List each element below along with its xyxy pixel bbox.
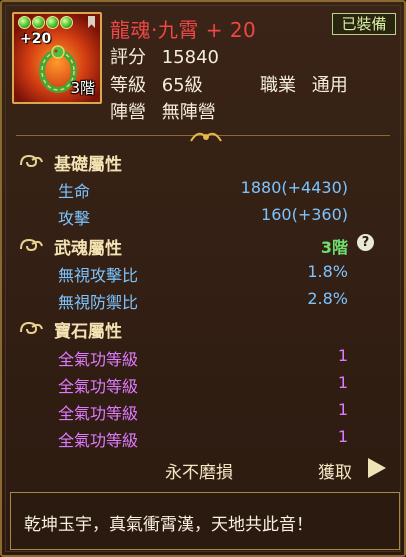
cloud-swirl-icon xyxy=(20,154,43,168)
item-name: 龍魂·九霄 xyxy=(110,18,199,42)
job-label: 職業 xyxy=(260,75,296,96)
durability-text: 永不磨損 xyxy=(165,463,233,483)
cloud-swirl-icon xyxy=(20,238,43,252)
base-section-title: 基礎屬性 xyxy=(54,155,122,175)
gem-slot-icon xyxy=(60,16,73,29)
score-value: 15840 xyxy=(161,47,219,68)
attr-label: 無視攻擊比 xyxy=(58,266,139,285)
job-value: 通用 xyxy=(311,75,348,96)
gem-section-title: 寶石屬性 xyxy=(54,322,122,342)
score-label: 評分 xyxy=(110,47,146,68)
attr-value: 160(+360) xyxy=(261,205,348,224)
item-enhance: + 20 xyxy=(205,18,257,42)
bookmark-icon xyxy=(88,16,95,28)
attr-value: 1 xyxy=(337,400,348,419)
level-value: 65級 xyxy=(161,75,203,96)
attr-label: 生命 xyxy=(58,182,91,201)
attr-value: 1 xyxy=(337,373,348,392)
level-label: 等級 xyxy=(110,75,146,96)
attr-label: 全氣功等級 xyxy=(58,377,139,396)
gem-slot-icon xyxy=(32,16,45,29)
camp-row: 陣營 無陣營 xyxy=(110,98,216,124)
soul-section-title: 武魂屬性 xyxy=(54,239,122,259)
attr-label: 無視防禦比 xyxy=(58,293,139,312)
job-row: 職業 通用 xyxy=(260,71,348,97)
obtain-button[interactable]: 獲取 xyxy=(318,458,352,483)
divider-ornament-icon xyxy=(190,132,222,142)
gem-slot-icon xyxy=(46,16,59,29)
equipped-badge: 已裝備 xyxy=(332,13,396,35)
cloud-swirl-icon xyxy=(20,321,43,335)
level-row: 等級 65級 xyxy=(110,71,203,97)
gem-slots xyxy=(18,16,73,29)
attr-label: 攻擊 xyxy=(58,209,91,228)
camp-value: 無陣營 xyxy=(161,102,216,123)
attr-label: 全氣功等級 xyxy=(58,404,139,423)
attr-label: 全氣功等級 xyxy=(58,431,139,450)
flavor-text: 乾坤玉宇，真氣衝霄漢，天地共此音！ xyxy=(24,515,313,535)
attr-value: 1880(+4430) xyxy=(240,178,348,197)
soul-tier: 3階 xyxy=(320,238,348,257)
attr-value: 1 xyxy=(337,427,348,446)
help-icon[interactable]: ? xyxy=(357,234,374,251)
gem-slot-icon xyxy=(18,16,31,29)
attr-label: 全氣功等級 xyxy=(58,350,139,369)
item-tooltip-panel: +20 3階 龍魂·九霄 + 20 已裝備 評分 15840 等級 65級 職業… xyxy=(0,0,406,557)
attr-value: 1.8% xyxy=(307,262,348,281)
score-row: 評分 15840 xyxy=(110,43,219,69)
item-title: 龍魂·九霄 + 20 xyxy=(110,14,256,43)
icon-tier-label: 3階 xyxy=(70,79,95,97)
play-arrow-icon[interactable] xyxy=(368,458,386,478)
item-icon[interactable]: +20 3階 xyxy=(12,12,102,104)
attr-value: 1 xyxy=(337,346,348,365)
attr-value: 2.8% xyxy=(307,289,348,308)
camp-label: 陣營 xyxy=(110,102,146,123)
